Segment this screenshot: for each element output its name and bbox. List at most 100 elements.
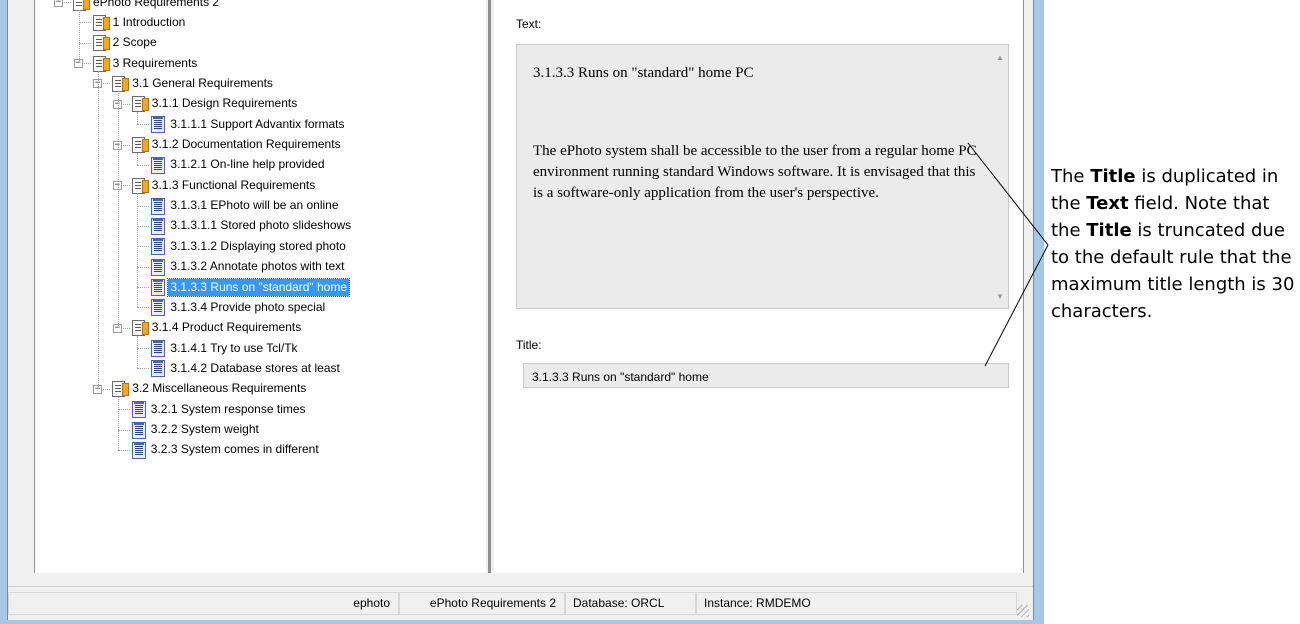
folder-document-icon xyxy=(92,34,110,52)
requirement-document-icon xyxy=(150,217,166,235)
tree-item-label: 3.1.3.1 EPhoto will be an online xyxy=(170,198,339,213)
tree-connector xyxy=(117,409,130,411)
tree-requirement-item[interactable]: 3.1.3.1.2 Displaying stored photo xyxy=(150,236,347,256)
tree-item-label: 3.2.1 System response times xyxy=(150,401,306,416)
folder-document-icon xyxy=(131,319,149,337)
tree-folder-item[interactable]: 3 Requirements xyxy=(92,53,200,73)
status-user: ephoto xyxy=(8,592,399,615)
tree-item-label: 3.1 General Requirements xyxy=(132,75,273,90)
tree-folder-item[interactable]: 2 Scope xyxy=(92,33,159,53)
folder-document-icon xyxy=(72,0,90,11)
folder-document-icon xyxy=(111,380,130,398)
tree-folder-item[interactable]: 3.1.2 Documentation Requirements xyxy=(131,135,343,155)
tree-item-label: 3.1.3.4 Provide photo special xyxy=(170,299,326,314)
title-field[interactable]: 3.1.3.3 Runs on "standard" home xyxy=(523,363,1009,388)
tree-requirement-item[interactable]: 3.2.1 System response times xyxy=(131,399,308,419)
requirement-document-icon xyxy=(150,258,166,276)
collapse-toggle-icon[interactable]: − xyxy=(54,0,63,7)
text-field[interactable]: 3.1.3.3 Runs on "standard" home PC The e… xyxy=(516,44,1009,309)
tree-item-label: 3.1.3.1.2 Displaying stored photo xyxy=(170,238,346,253)
tree-connector xyxy=(137,111,139,125)
tree-item-label: 3 Requirements xyxy=(112,55,198,70)
folder-document-icon xyxy=(131,177,149,194)
resize-grip-icon[interactable] xyxy=(1017,605,1029,617)
tree-connector xyxy=(137,246,150,248)
requirement-document-icon xyxy=(150,279,166,297)
app-window: ePhoto Requirements 2 − 1 Introduction 2 Sc… xyxy=(0,0,1044,624)
folder-document-icon xyxy=(131,95,149,113)
tree-requirement-item[interactable]: 3.2.3 System comes in different xyxy=(131,440,321,460)
tree-requirement-item[interactable]: 3.1.1.1 Support Advantix formats xyxy=(150,114,346,134)
tree-folder-item[interactable]: 3.1 General Requirements xyxy=(111,73,275,93)
requirement-document-icon xyxy=(150,238,166,256)
window-right-border xyxy=(1033,0,1044,624)
tree-item-label: 3.2 Miscellaneous Requirements xyxy=(132,381,307,396)
requirement-document-icon xyxy=(131,421,146,439)
tree-connector xyxy=(78,22,91,24)
tree-folder-item[interactable]: 3.1.3 Functional Requirements xyxy=(131,175,317,195)
tree-connector xyxy=(137,335,139,369)
detail-pane: Text: 3.1.3.3 Runs on "standard" home PC… xyxy=(494,0,1024,573)
tree-connector xyxy=(117,91,119,328)
tree-connector xyxy=(137,368,150,370)
tree-requirement-item[interactable]: 3.2.2 System weight xyxy=(131,420,261,440)
folder-document-icon xyxy=(111,75,130,92)
tree-connector xyxy=(137,152,139,165)
annotation-note: The Title is duplicated in the Text fiel… xyxy=(1051,166,1295,322)
tree-folder-item[interactable]: 3.1.4 Product Requirements xyxy=(131,318,303,338)
tree-item-label: 1 Introduction xyxy=(112,14,186,29)
tree-connector xyxy=(137,348,150,350)
text-field-body: The ePhoto system shall be accessible to… xyxy=(533,143,977,201)
tree-requirement-item[interactable]: 3.1.3.1 EPhoto will be an online xyxy=(150,196,340,216)
requirement-document-icon xyxy=(131,441,146,459)
folder-document-icon xyxy=(92,14,110,31)
requirement-document-icon xyxy=(150,116,166,134)
requirement-document-icon xyxy=(150,156,166,174)
text-field-title: 3.1.3.3 Runs on "standard" home PC xyxy=(533,65,754,81)
tree-connector xyxy=(137,124,150,126)
tree-connector xyxy=(137,287,150,289)
tree-folder-item[interactable]: 3.2 Miscellaneous Requirements xyxy=(111,379,308,399)
pane-splitter[interactable] xyxy=(486,0,494,573)
requirement-document-icon xyxy=(150,299,166,317)
tree-requirement-item[interactable]: 3.1.4.2 Database stores at least xyxy=(150,358,341,378)
tree-connector xyxy=(117,449,130,451)
tree-item-label: 3.2.3 System comes in different xyxy=(150,442,319,457)
requirements-tree-pane: ePhoto Requirements 2 − 1 Introduction 2 Sc… xyxy=(8,0,486,573)
scroll-up-arrow-icon[interactable]: ▲ xyxy=(996,53,1004,62)
tree-requirement-item[interactable]: 3.1.3.4 Provide photo special xyxy=(150,297,327,317)
requirement-document-icon xyxy=(131,401,146,419)
tree-requirement-item[interactable]: 3.1.4.1 Try to use Tcl/Tk xyxy=(150,338,299,358)
tree-item-label: ePhoto Requirements 2 xyxy=(93,0,220,9)
status-instance: Instance: RMDEMO xyxy=(696,592,1017,615)
tree-connector xyxy=(137,164,150,166)
tree-item-label: 3.1.4.1 Try to use Tcl/Tk xyxy=(170,340,298,355)
scroll-down-arrow-icon[interactable]: ▼ xyxy=(996,292,1004,301)
tree-folder-item[interactable]: ePhoto Requirements 2 xyxy=(72,0,221,12)
title-field-label: Title: xyxy=(516,338,542,352)
window-bottom-border xyxy=(0,620,1044,624)
tree-requirement-item[interactable]: 3.1.3.2 Annotate photos with text xyxy=(150,257,346,277)
tree-item-label: 3.1.1 Design Requirements xyxy=(151,96,298,111)
requirement-document-icon xyxy=(150,197,166,215)
status-project: ePhoto Requirements 2 xyxy=(399,592,565,615)
text-field-scrollbar[interactable]: ▲ ▼ xyxy=(991,45,1008,308)
tree-item-label: 3.2.2 System weight xyxy=(150,422,259,437)
tree-folder-item[interactable]: 3.1.1 Design Requirements xyxy=(131,94,299,114)
tree-connector xyxy=(117,396,119,450)
tree-item-label: 3.1.2.1 On-line help provided xyxy=(170,157,325,172)
tree-item-label: 3.1.4 Product Requirements xyxy=(151,320,302,335)
tree-requirement-item[interactable]: 3.1.2.1 On-line help provided xyxy=(150,155,326,175)
tree-item-label: 3.1.3.3 Runs on "standard" home xyxy=(167,277,351,297)
tree-item-label: 3.1.3.1.1 Stored photo slideshows xyxy=(170,218,352,233)
tree-connector xyxy=(137,225,150,227)
tree-folder-item[interactable]: 1 Introduction xyxy=(92,12,188,32)
folder-document-icon xyxy=(92,55,110,72)
tree-connector xyxy=(137,205,150,207)
tree-requirement-item[interactable]: 3.1.3.3 Runs on "standard" home xyxy=(150,277,351,297)
tree-requirement-item[interactable]: 3.1.3.1.1 Stored photo slideshows xyxy=(150,216,353,236)
status-database: Database: ORCL xyxy=(565,592,696,615)
status-bar: ephoto ePhoto Requirements 2 Database: O… xyxy=(8,586,1033,620)
tree-connector xyxy=(137,193,139,308)
tree-item-label: 2 Scope xyxy=(112,35,157,50)
